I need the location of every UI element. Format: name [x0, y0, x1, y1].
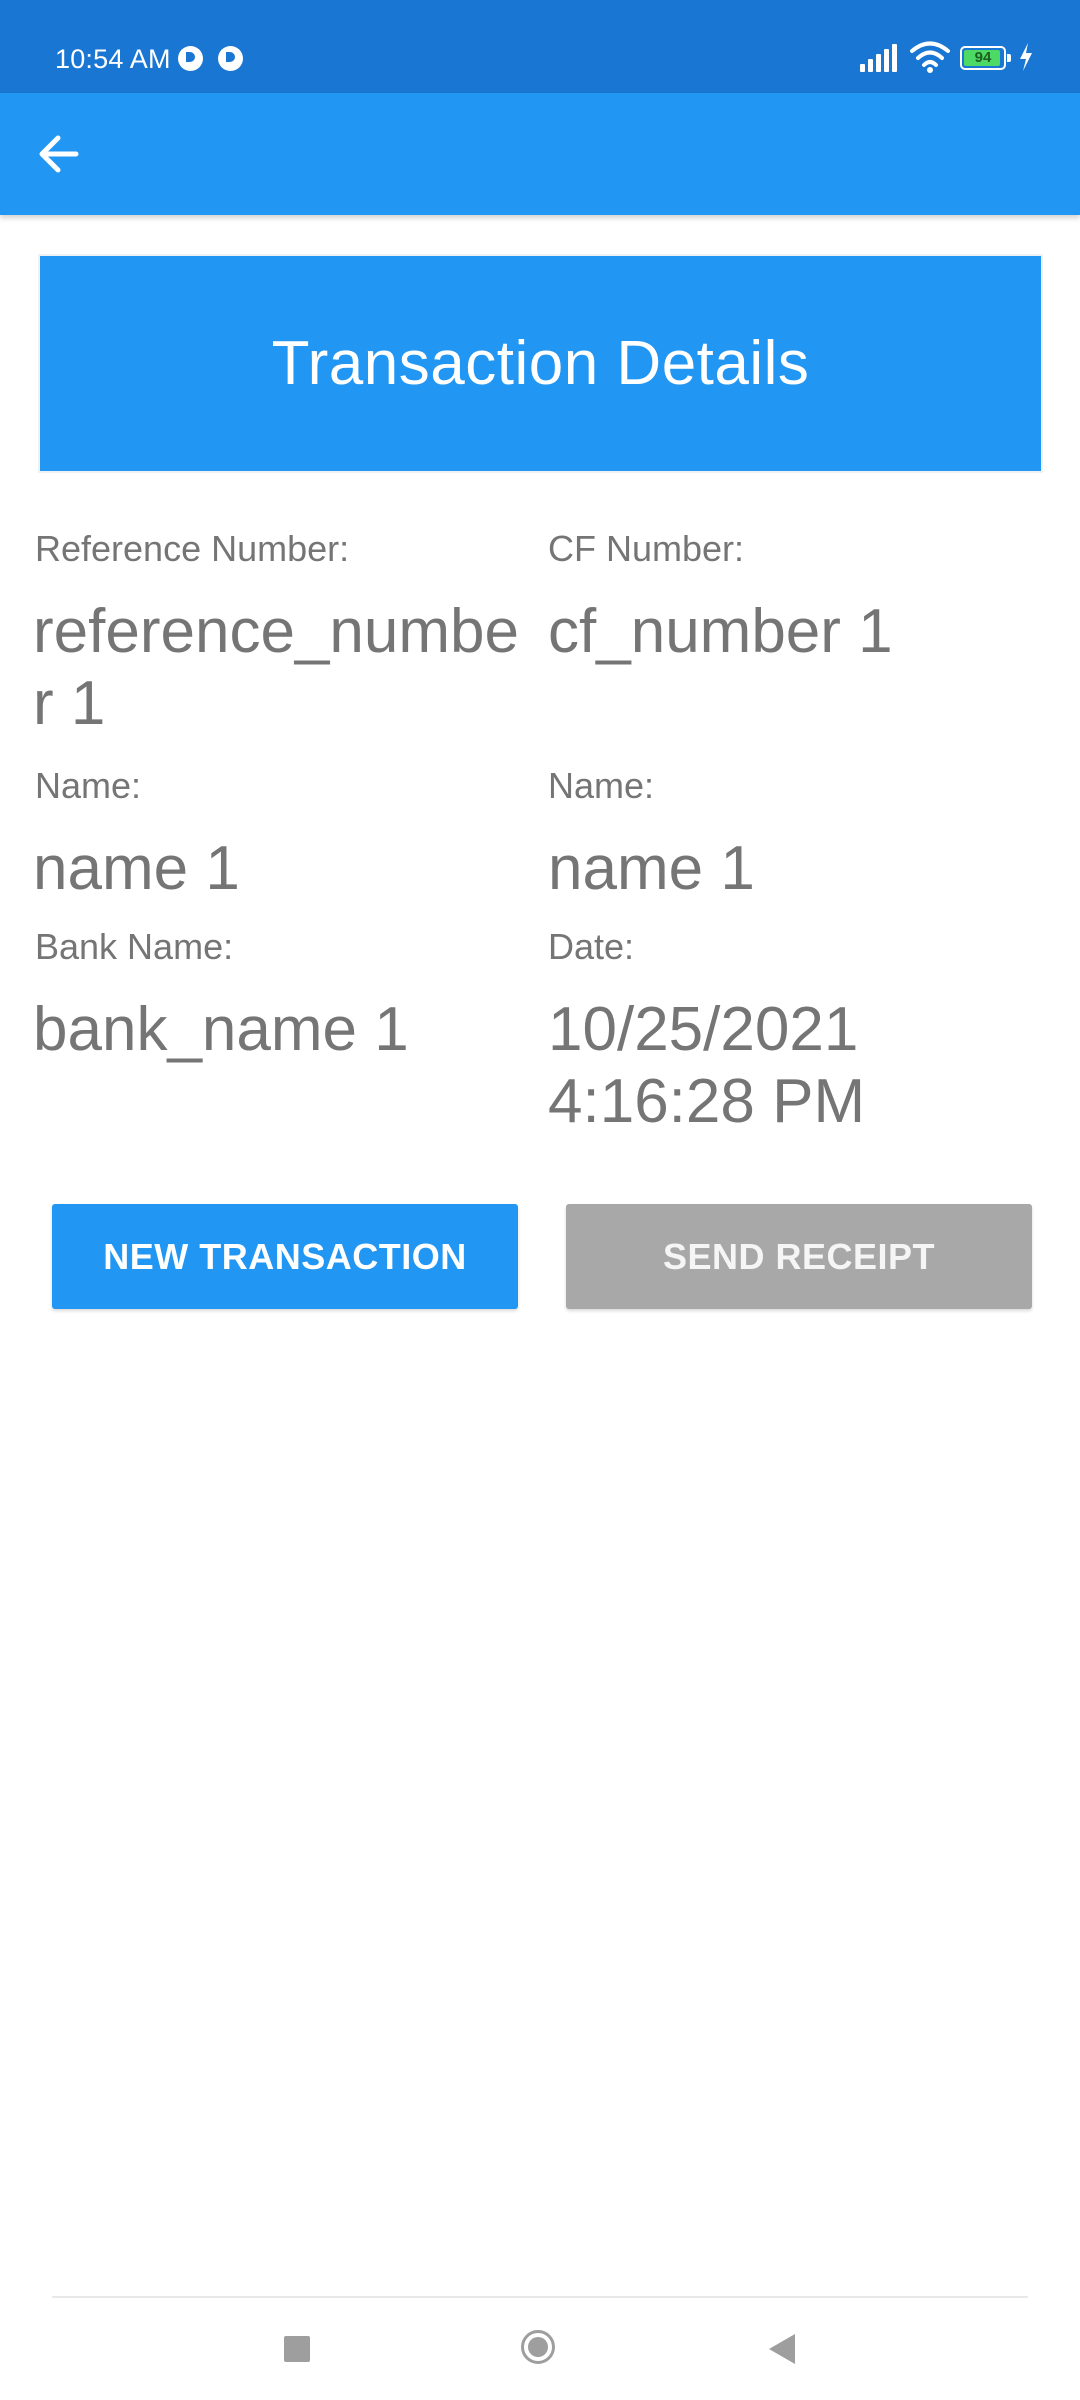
send-receipt-button[interactable]: SEND RECEIPT [566, 1204, 1032, 1309]
home-button[interactable] [485, 2318, 595, 2380]
battery-level-text: 94 [974, 49, 992, 66]
back-icon [769, 2334, 795, 2364]
battery-tip [1007, 54, 1011, 62]
name-value-secondary: name 1 [548, 834, 755, 903]
name-label: Name: [35, 765, 142, 806]
new-transaction-button[interactable]: NEW TRANSACTION [52, 1204, 518, 1309]
app-notification-icon [178, 46, 203, 71]
date-value: 10/25/2021 4:16:28 PM [548, 995, 866, 1136]
back-button[interactable] [20, 115, 98, 193]
date-label: Date: [548, 926, 635, 967]
app-notification-icon [218, 46, 243, 71]
status-time: 10:54 AM [55, 44, 171, 74]
header-card: Transaction Details [40, 256, 1041, 471]
bank-name-value: bank_name 1 [33, 995, 409, 1064]
arrow-left-icon [39, 135, 79, 173]
cf-number-value: cf_number 1 [548, 597, 893, 666]
system-back-button[interactable] [727, 2318, 837, 2380]
page-title: Transaction Details [271, 329, 810, 398]
bank-name-label: Bank Name: [35, 926, 234, 967]
wifi-icon [910, 41, 950, 73]
name-value: name 1 [33, 834, 240, 903]
reference-number-label: Reference Number: [35, 528, 350, 569]
status-bar: 10:54 AM 94 [0, 0, 1080, 93]
home-icon [521, 2330, 555, 2364]
reference-number-value: reference_number 1 [33, 597, 519, 738]
recents-icon [284, 2336, 310, 2362]
name-label-secondary: Name: [548, 765, 655, 806]
charging-icon [1020, 43, 1032, 71]
signal-icon [860, 44, 898, 72]
nav-bar-divider [52, 2296, 1028, 2298]
recents-button[interactable] [242, 2318, 352, 2380]
transaction-details-screen: 10:54 AM 94 Transaction Details Referenc… [0, 0, 1080, 2400]
battery-icon: 94 [960, 46, 1011, 70]
cf-number-label: CF Number: [548, 528, 745, 569]
app-bar [0, 93, 1080, 215]
